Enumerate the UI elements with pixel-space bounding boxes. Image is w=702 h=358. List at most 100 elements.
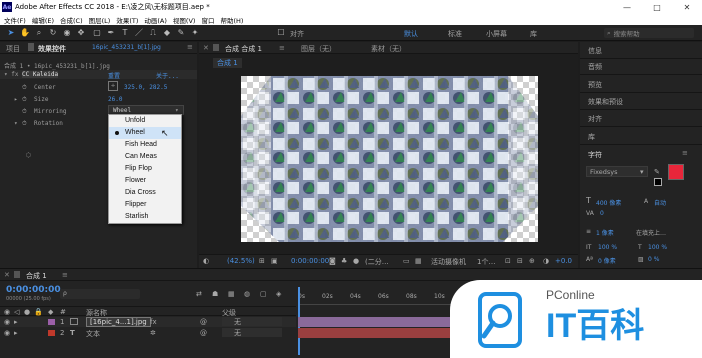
menu-effect[interactable]: 效果(T) <box>116 15 138 25</box>
parent-select[interactable]: 无 <box>222 328 282 337</box>
time-ruler[interactable]: 0s 02s 04s 06s 08s 10s <box>298 291 458 305</box>
workspace-default[interactable]: 默认 <box>404 29 418 39</box>
tab-composition[interactable]: 合成 合成 1 <box>225 44 262 54</box>
visibility-toggle-icon[interactable]: ◉ <box>4 329 10 337</box>
composition-canvas[interactable] <box>241 76 538 242</box>
timeline-search-input[interactable]: ρ <box>60 289 140 299</box>
dropdown-option-starlish[interactable]: Starlish <box>109 211 181 223</box>
selection-tool-icon[interactable]: ➤ <box>6 28 16 38</box>
tab-footage-none[interactable]: 素材（无） <box>371 44 406 54</box>
expand-arrow-icon[interactable]: ▸ <box>14 318 18 326</box>
menu-composition[interactable]: 合成(C) <box>60 15 83 25</box>
composition-breadcrumb[interactable]: 合成 1 <box>213 58 242 68</box>
about-button[interactable]: 关于... <box>156 71 179 80</box>
menu-view[interactable]: 视图(V) <box>173 15 196 25</box>
collapse-switch-icon[interactable]: ✲ <box>150 329 156 337</box>
maximize-button[interactable]: □ <box>642 0 672 14</box>
font-size-value[interactable]: 400 像素 <box>596 198 621 207</box>
dropdown-option-fish-head[interactable]: Fish Head <box>109 139 181 151</box>
parent-pickwhip-icon[interactable]: @ <box>200 329 207 337</box>
prop-size-value[interactable]: 26.0 <box>108 96 122 103</box>
panel-info[interactable]: 信息 <box>588 46 602 56</box>
dropdown-option-flip-flop[interactable]: Flip Flop <box>109 163 181 175</box>
timeline-icon[interactable]: ⊟ <box>517 257 523 265</box>
fx-icon[interactable]: ▾ fx <box>4 71 18 78</box>
panel-options-icon[interactable]: ≡ <box>682 149 688 157</box>
zoom-tool-icon[interactable]: ⌕ <box>34 28 44 38</box>
pan-behind-tool-icon[interactable]: ✥ <box>76 28 86 38</box>
center-crosshair-icon[interactable]: ✛ <box>108 81 118 91</box>
dropdown-option-unfold[interactable]: Unfold <box>109 115 181 127</box>
region-of-interest-icon[interactable]: ▭ <box>403 257 410 265</box>
tab-project[interactable]: 项目 <box>6 44 20 54</box>
leading-value[interactable]: 自动 <box>654 198 666 207</box>
menu-layer[interactable]: 图层(L) <box>89 15 111 25</box>
prop-center-value[interactable]: 325.0, 282.5 <box>124 84 167 91</box>
font-family-select[interactable]: Fixedsys ▾ <box>586 166 648 177</box>
layer-name[interactable]: [16pic_4...1].jpg <box>86 317 151 327</box>
panel-libraries[interactable]: 库 <box>588 132 595 142</box>
flowchart-icon[interactable]: ⊕ <box>529 257 535 265</box>
rotation-dial-icon[interactable]: ◌ <box>26 150 31 159</box>
panel-options-icon[interactable]: ≡ <box>279 44 285 52</box>
frame-blending-icon[interactable]: ▦ <box>228 290 235 298</box>
tsume-value[interactable]: 0 % <box>648 256 659 263</box>
stopwatch-icon[interactable]: ⏱ <box>22 108 27 116</box>
parent-pickwhip-icon[interactable]: @ <box>200 318 207 326</box>
help-search-input[interactable]: ⌕ 搜索帮助 <box>604 28 694 38</box>
layer-name[interactable]: 文本 <box>86 329 100 339</box>
menu-window[interactable]: 窗口 <box>201 15 214 25</box>
layer-bar[interactable] <box>298 328 458 338</box>
table-row[interactable]: ◉ ▸ 2 T 文本 ✲ @ 无 <box>0 328 296 338</box>
puppet-pin-tool-icon[interactable]: ✦ <box>190 28 200 38</box>
stroke-color-swatch[interactable] <box>654 178 662 186</box>
camera-tool-icon[interactable]: ◉ <box>62 28 72 38</box>
eraser-tool-icon[interactable]: ◆ <box>162 28 172 38</box>
fx-switch-icon[interactable]: fx <box>150 318 157 326</box>
stroke-width-value[interactable]: 1 像素 <box>596 228 614 237</box>
panel-menu-icon[interactable] <box>28 43 34 51</box>
close-tab-icon[interactable]: ✕ <box>4 271 10 279</box>
tab-effect-controls[interactable]: 效果控件 <box>38 44 66 54</box>
fast-previews-icon[interactable]: ⊡ <box>505 257 511 265</box>
kerning-value[interactable]: 0 <box>600 210 604 217</box>
brush-tool-icon[interactable]: ／ <box>134 28 144 38</box>
menu-edit[interactable]: 编辑(E) <box>32 15 54 25</box>
align-checkbox-icon[interactable]: ☐ <box>276 28 286 38</box>
parent-select[interactable]: 无 <box>222 317 282 326</box>
resolution-select[interactable]: (二分… <box>365 257 389 267</box>
lock-icon[interactable] <box>213 44 219 51</box>
expand-arrow-icon[interactable]: ▾ <box>14 120 18 127</box>
panel-preview[interactable]: 预览 <box>588 80 602 90</box>
show-snapshot-icon[interactable]: ♣ <box>341 257 347 265</box>
type-tool-icon[interactable]: T <box>120 28 130 38</box>
timeline-current-time[interactable]: 0:00:00:00 <box>6 285 61 295</box>
layer-label-color[interactable] <box>48 330 55 336</box>
expand-arrow-icon[interactable]: ▸ <box>14 96 18 103</box>
camera-snapshot-icon[interactable]: ◙ <box>329 257 336 265</box>
rotate-tool-icon[interactable]: ↻ <box>48 28 58 38</box>
motion-blur-icon[interactable]: ◍ <box>244 290 250 298</box>
visibility-toggle-icon[interactable]: ◉ <box>4 318 10 326</box>
panel-align[interactable]: 对齐 <box>588 114 602 124</box>
horizontal-scale-value[interactable]: 100 % <box>648 244 667 251</box>
graph-editor-icon[interactable]: ▢ <box>260 290 267 298</box>
lock-icon[interactable] <box>14 271 20 278</box>
panel-audio[interactable]: 音频 <box>588 62 602 72</box>
tab-timeline-composition[interactable]: 合成 1 <box>26 271 47 281</box>
tab-layer-none[interactable]: 图层（无） <box>301 44 336 54</box>
dropdown-option-wheel[interactable]: Wheel ↖ <box>109 127 181 139</box>
close-tab-icon[interactable]: ✕ <box>203 44 209 52</box>
grid-icon[interactable]: ⊞ <box>259 257 265 265</box>
shy-icon[interactable]: ☗ <box>212 290 218 298</box>
zoom-select[interactable]: (42.5%) <box>227 257 255 265</box>
camera-select[interactable]: 活动摄像机 <box>431 257 466 267</box>
layer-bar[interactable] <box>298 317 458 327</box>
stroke-mode-select[interactable]: 在填充上… <box>636 228 666 237</box>
vertical-scale-value[interactable]: 100 % <box>598 244 617 251</box>
dropdown-option-dia-cross[interactable]: Dia Cross <box>109 187 181 199</box>
roto-brush-tool-icon[interactable]: ✎ <box>176 28 186 38</box>
fill-color-swatch[interactable] <box>668 164 684 180</box>
panel-options-icon[interactable]: ≡ <box>187 43 193 51</box>
reset-button[interactable]: 重置 <box>108 71 120 80</box>
